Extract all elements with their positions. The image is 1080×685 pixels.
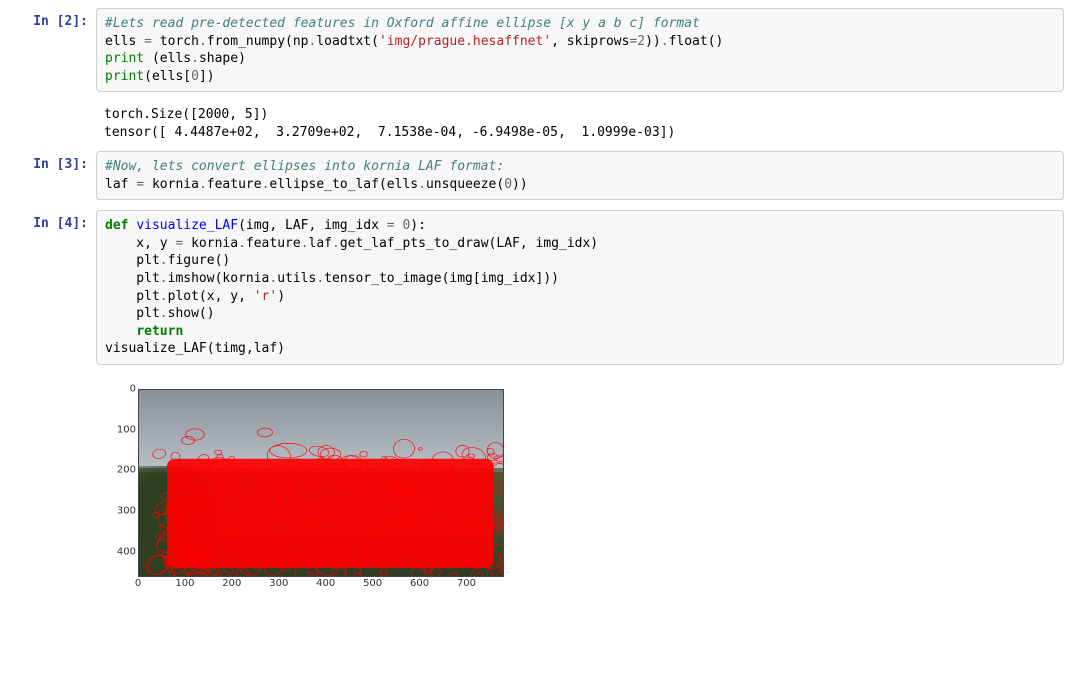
code-cell: In [2]: #Lets read pre-detected features…	[16, 8, 1064, 92]
code-text[interactable]: #Now, lets convert ellipses into kornia …	[105, 158, 1055, 193]
plot-output: 0 100 200 300 400 0 100 200 300 400 500 600 700	[96, 375, 1064, 603]
code-input-area[interactable]: #Now, lets convert ellipses into kornia …	[96, 151, 1064, 200]
input-prompt: In [2]:	[16, 8, 96, 29]
y-tick: 300	[117, 506, 136, 517]
output-area: torch.Size([2000, 5]) tensor([ 4.4487e+0…	[96, 102, 1064, 141]
y-tick: 100	[117, 424, 136, 435]
x-tick: 100	[175, 578, 194, 589]
code-cell: In [4]: def visualize_LAF(img, LAF, img_…	[16, 210, 1064, 364]
input-prompt: In [3]:	[16, 151, 96, 172]
input-prompt: In [4]:	[16, 210, 96, 231]
code-input-area[interactable]: #Lets read pre-detected features in Oxfo…	[96, 8, 1064, 92]
x-tick: 500	[363, 578, 382, 589]
x-tick: 200	[222, 578, 241, 589]
y-tick: 400	[117, 547, 136, 558]
x-tick: 0	[135, 578, 141, 589]
x-tick: 400	[316, 578, 335, 589]
y-tick: 0	[130, 383, 136, 394]
x-tick: 300	[269, 578, 288, 589]
code-cell: In [3]: #Now, lets convert ellipses into…	[16, 151, 1064, 200]
matplotlib-figure: 0 100 200 300 400 0 100 200 300 400 500 600 700	[104, 383, 524, 603]
code-text[interactable]: #Lets read pre-detected features in Oxfo…	[105, 15, 1055, 85]
plot-axes	[138, 389, 504, 577]
output-text: torch.Size([2000, 5]) tensor([ 4.4487e+0…	[104, 106, 1056, 141]
laf-overlay	[139, 390, 503, 576]
output-cell: Out[ ]: 01002003004000100200300400500600…	[16, 375, 1064, 603]
y-tick: 200	[117, 465, 136, 476]
x-tick: 700	[457, 578, 476, 589]
output-cell: Out[ ]: torch.Size([2000, 5]) tensor([ 4…	[16, 102, 1064, 141]
code-text[interactable]: def visualize_LAF(img, LAF, img_idx = 0)…	[105, 217, 1055, 357]
code-input-area[interactable]: def visualize_LAF(img, LAF, img_idx = 0)…	[96, 210, 1064, 364]
x-tick: 600	[410, 578, 429, 589]
